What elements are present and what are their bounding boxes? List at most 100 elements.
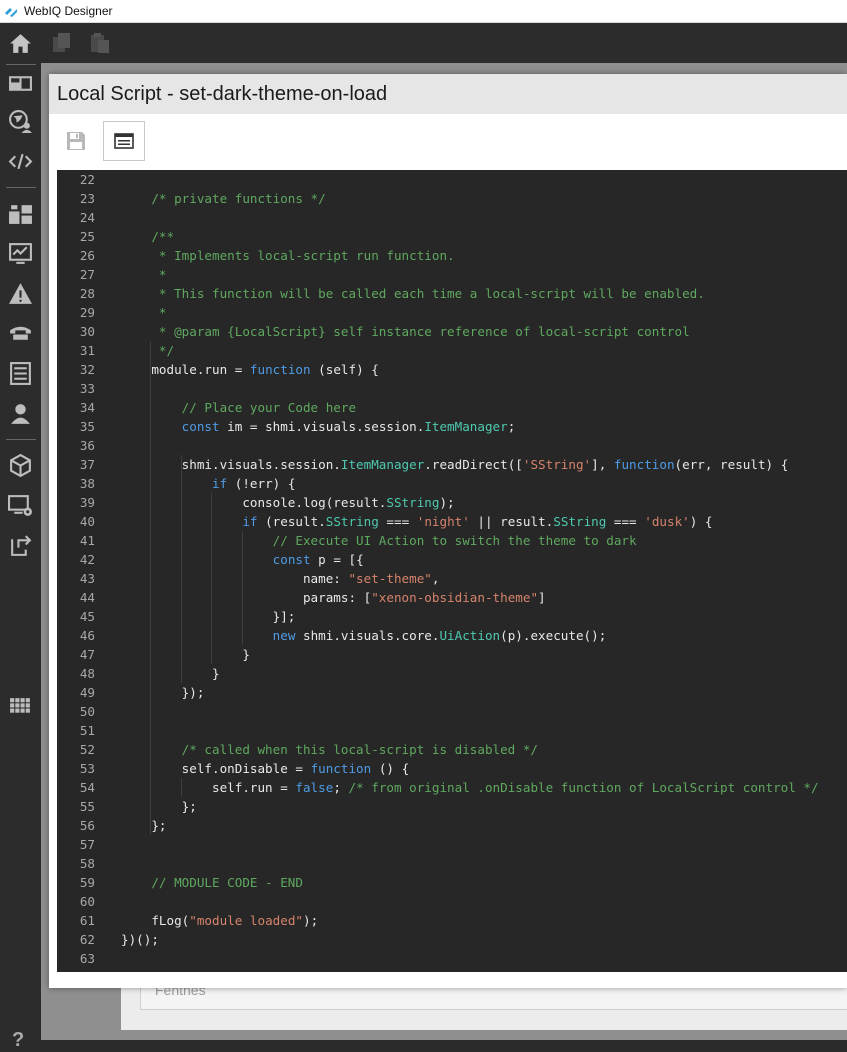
code-line[interactable]: 26 * Implements local-script run functio… — [57, 246, 847, 265]
code-token: self.onDisable = — [121, 761, 311, 776]
code-token: (p).execute(); — [500, 628, 607, 643]
save-button[interactable] — [59, 124, 93, 158]
code-line[interactable]: 55 }; — [57, 797, 847, 816]
code-line[interactable]: 40 if (result.SString === 'night' || res… — [57, 512, 847, 531]
code-line[interactable]: 22 — [57, 170, 847, 189]
code-line[interactable]: 56 }; — [57, 816, 847, 835]
code-line[interactable]: 41 // Execute UI Action to switch the th… — [57, 531, 847, 550]
code-line[interactable]: 32 module.run = function (self) { — [57, 360, 847, 379]
list-icon[interactable] — [8, 361, 33, 386]
code-token: ], — [591, 457, 614, 472]
code-line[interactable]: 61 fLog("module loaded"); — [57, 911, 847, 930]
code-token: console.log(result. — [121, 495, 387, 510]
code-icon[interactable] — [8, 149, 33, 174]
code-line[interactable]: 42 const p = [{ — [57, 550, 847, 569]
line-number: 55 — [79, 799, 95, 814]
phone-icon[interactable] — [8, 321, 33, 346]
code-line[interactable]: 52 /* called when this local-script is d… — [57, 740, 847, 759]
sidebar-divider — [6, 64, 36, 65]
widgets-icon[interactable] — [8, 201, 33, 226]
code-token: function — [249, 362, 311, 377]
code-line[interactable]: 28 * This function will be called each t… — [57, 284, 847, 303]
code-line[interactable]: 23 /* private functions */ — [57, 189, 847, 208]
line-number: 58 — [79, 856, 95, 871]
code-token: fLog( — [121, 913, 190, 928]
code-line[interactable]: 29 * — [57, 303, 847, 322]
code-line[interactable]: 30 * @param {LocalScript} self instance … — [57, 322, 847, 341]
code-line[interactable]: 58 — [57, 854, 847, 873]
code-line[interactable]: 49 }); — [57, 683, 847, 702]
code-line[interactable]: 62})(); — [57, 930, 847, 949]
sidebar-divider — [6, 187, 36, 188]
properties-button[interactable] — [103, 121, 145, 161]
code-text: }; — [121, 797, 197, 816]
code-token: /** — [121, 229, 175, 244]
warning-icon[interactable] — [8, 281, 33, 306]
code-line[interactable]: 39 console.log(result.SString); — [57, 493, 847, 512]
line-number: 24 — [79, 210, 95, 225]
code-token: ; — [333, 780, 349, 795]
line-number: 31 — [79, 343, 95, 358]
code-token: === — [378, 514, 417, 529]
code-line[interactable]: 27 * — [57, 265, 847, 284]
code-editor[interactable]: 22 23 /* private functions */24 25 /** 26 *… — [57, 170, 847, 972]
paste-icon[interactable] — [89, 32, 111, 54]
code-text: * Implements local-script run function. — [121, 246, 455, 265]
code-line[interactable]: 44 params: ["xenon-obsidian-theme"] — [57, 588, 847, 607]
line-number: 26 — [79, 248, 95, 263]
app-title: WebIQ Designer — [24, 4, 113, 18]
code-line[interactable]: 57 — [57, 835, 847, 854]
line-number: 59 — [79, 875, 95, 890]
code-text: */ — [121, 341, 174, 360]
code-token: p = [{ — [310, 552, 364, 567]
code-line[interactable]: 51 — [57, 721, 847, 740]
help-icon[interactable]: ? — [12, 1029, 24, 1052]
code-token: ItemManager — [340, 457, 425, 472]
layout-icon[interactable] — [8, 71, 33, 96]
code-line[interactable]: 35 const im = shmi.visuals.session.ItemM… — [57, 417, 847, 436]
code-text: const im = shmi.visuals.session.ItemMana… — [121, 417, 516, 436]
code-token: SString — [386, 495, 440, 510]
code-line[interactable]: 24 — [57, 208, 847, 227]
home-icon[interactable] — [8, 31, 33, 56]
code-token: (err, result) { — [674, 457, 789, 472]
code-line[interactable]: 59 // MODULE CODE - END — [57, 873, 847, 892]
code-line[interactable]: 38 if (!err) { — [57, 474, 847, 493]
code-token: * This function will be called each time… — [121, 286, 705, 301]
code-token: === — [606, 514, 645, 529]
code-line[interactable]: 31 */ — [57, 341, 847, 360]
code-line[interactable]: 37 shmi.visuals.session.ItemManager.read… — [57, 455, 847, 474]
code-line[interactable]: 34 // Place your Code here — [57, 398, 847, 417]
code-line[interactable]: 47 } — [57, 645, 847, 664]
code-line[interactable]: 54 self.run = false; /* from original .o… — [57, 778, 847, 797]
line-number: 48 — [79, 666, 95, 681]
code-token: ] — [538, 590, 546, 605]
code-line[interactable]: 63 — [57, 949, 847, 968]
code-line[interactable]: 36 — [57, 436, 847, 455]
code-line[interactable]: 33 — [57, 379, 847, 398]
grid-icon[interactable] — [8, 695, 33, 720]
code-token: }; — [121, 799, 197, 814]
line-number: 61 — [79, 913, 95, 928]
code-token: .readDirect([ — [424, 457, 523, 472]
cube-icon[interactable] — [8, 453, 33, 478]
line-number: 63 — [79, 951, 95, 966]
code-line[interactable]: 46 new shmi.visuals.core.UiAction(p).exe… — [57, 626, 847, 645]
code-line[interactable]: 45 }]; — [57, 607, 847, 626]
code-token: UiAction — [439, 628, 501, 643]
code-line[interactable]: 60 — [57, 892, 847, 911]
globe-user-icon[interactable] — [8, 109, 33, 134]
display-settings-icon[interactable] — [8, 493, 33, 518]
main-sidebar: ? — [0, 23, 41, 1051]
code-line[interactable]: 25 /** — [57, 227, 847, 246]
code-line[interactable]: 48 } — [57, 664, 847, 683]
code-line[interactable]: 53 self.onDisable = function () { — [57, 759, 847, 778]
code-line[interactable]: 43 name: "set-theme", — [57, 569, 847, 588]
code-line[interactable]: 50 — [57, 702, 847, 721]
user-icon[interactable] — [8, 401, 33, 426]
export-icon[interactable] — [8, 533, 33, 558]
copy-icon[interactable] — [51, 32, 73, 54]
monitor-chart-icon[interactable] — [8, 241, 33, 266]
code-token: // MODULE CODE - END — [121, 875, 303, 890]
